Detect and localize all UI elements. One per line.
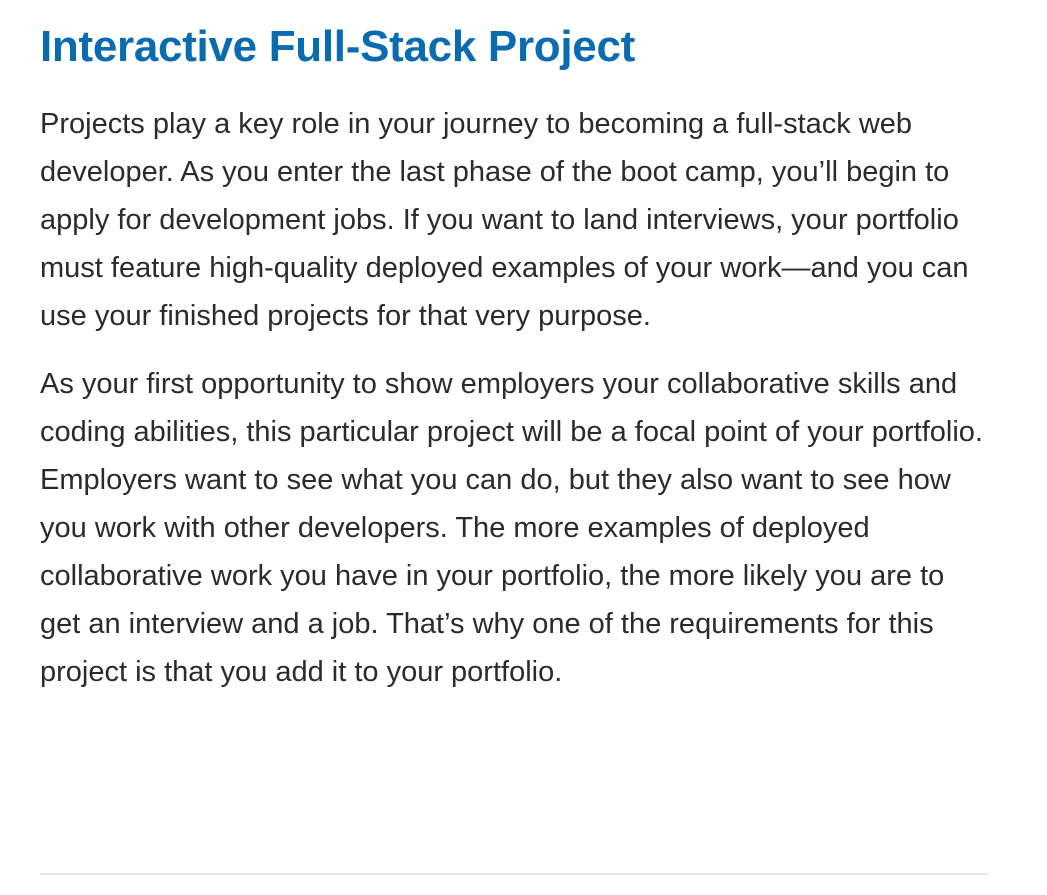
intro-paragraph: Projects play a key role in your journey… xyxy=(40,108,969,332)
main-content: Interactive Full-Stack Project Projects … xyxy=(40,18,990,696)
section-divider xyxy=(40,873,988,875)
portfolio-paragraph: As your first opportunity to show employ… xyxy=(40,368,983,688)
page-title: Interactive Full-Stack Project xyxy=(40,22,635,71)
